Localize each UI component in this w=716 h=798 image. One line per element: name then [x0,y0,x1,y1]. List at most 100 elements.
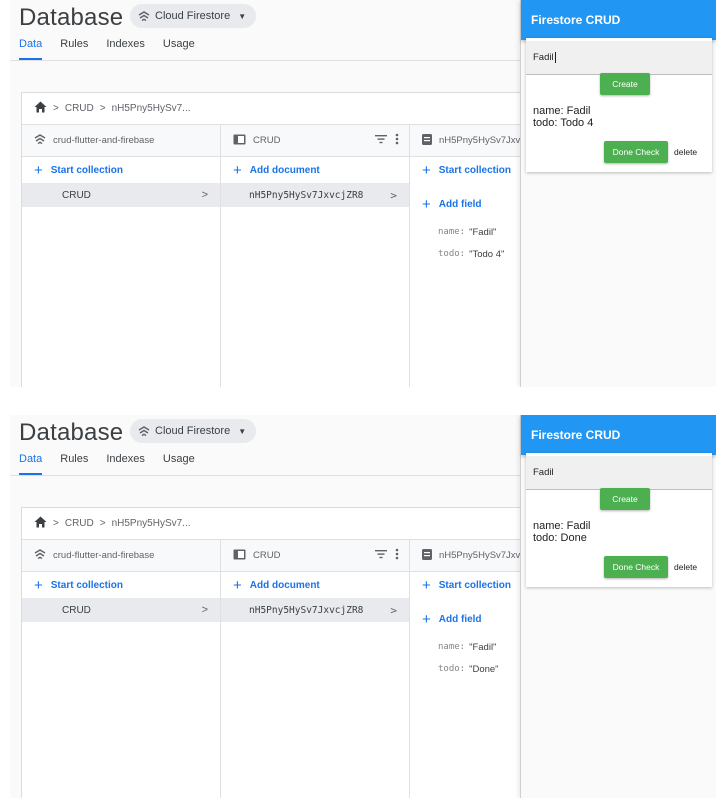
breadcrumb-collection[interactable]: CRUD [65,103,94,114]
document-header: nH5Pny5HySv7JxvcjZ [410,125,520,157]
todo-input-value: Fadil [533,467,554,478]
tab-usage[interactable]: Usage [163,38,195,60]
project-header: crud-flutter-and-firebase [22,125,220,157]
document-header-label: nH5Pny5HySv7JxvcjZ [439,135,520,146]
document-icon [422,548,432,563]
add-document-button[interactable]: + Add document [221,572,409,598]
todo-item-todo: todo: Todo 4 [533,117,594,129]
document-item-label: nH5Pny5HySv7JxvcjZR8 [249,189,364,201]
text-cursor [554,52,556,63]
delete-button[interactable]: delete [674,141,697,163]
data-columns: crud-flutter-and-firebase + Start collec… [22,540,520,798]
breadcrumb-document[interactable]: nH5Pny5HySv7... [112,518,191,529]
tab-indexes[interactable]: Indexes [106,38,145,60]
tab-indexes[interactable]: Indexes [106,453,145,475]
start-collection-button[interactable]: + Start collection [22,572,220,598]
plus-icon: + [34,161,43,179]
create-button[interactable]: Create [600,73,650,95]
collection-icon [233,549,246,563]
todo-item: name: Fadil todo: Todo 4 [533,105,593,129]
firestore-icon [138,425,150,437]
field-key: name: [438,642,466,652]
plus-icon: + [422,610,431,628]
home-icon[interactable] [34,101,47,116]
more-vert-icon[interactable] [395,548,399,563]
todo-input[interactable]: Fadil [526,41,712,75]
start-collection-label: Start collection [50,579,124,591]
firebase-console: Database Cloud Firestore ▼ Data Rules In… [10,0,520,387]
page-title: Database [19,419,124,446]
field-row[interactable]: name: "Fadil" [410,636,520,658]
chevron-right-icon: > [53,518,59,529]
crud-card: Fadil Create name: Fadil todo: Done Done… [526,453,712,587]
more-vert-icon[interactable] [395,133,399,148]
data-columns: crud-flutter-and-firebase + Start collec… [22,125,520,387]
start-collection-button[interactable]: + Start collection [410,572,520,598]
firestore-icon [138,10,150,22]
start-collection-button[interactable]: + Start collection [410,157,520,183]
tab-data[interactable]: Data [19,38,43,60]
field-value: "Fadil" [469,226,497,238]
document-item[interactable]: nH5Pny5HySv7JxvcjZR8 > [221,598,409,622]
add-field-button[interactable]: + Add field [410,606,520,632]
todo-item: name: Fadil todo: Done [533,520,590,544]
delete-button[interactable]: delete [674,556,697,578]
firebase-console: Database Cloud Firestore ▼ Data Rules In… [10,415,520,798]
document-header: nH5Pny5HySv7JxvcjZ [410,540,520,572]
field-row[interactable]: name: "Fadil" [410,221,520,243]
flutter-app-window: Firestore CRUD Fadil Create name: Fadil … [520,415,716,798]
tab-rules[interactable]: Rules [60,38,88,60]
start-collection-label: Start collection [438,164,512,176]
field-key: todo: [438,249,466,259]
screenshot-panel-1: Database Cloud Firestore ▼ Data Rules In… [0,0,716,387]
breadcrumb-collection[interactable]: CRUD [65,518,94,529]
document-icon [422,133,432,148]
breadcrumb-document[interactable]: nH5Pny5HySv7... [112,103,191,114]
project-header: crud-flutter-and-firebase [22,540,220,572]
add-field-button[interactable]: + Add field [410,191,520,217]
console-tabs: Data Rules Indexes Usage [19,38,195,60]
start-collection-button[interactable]: + Start collection [22,157,220,183]
collection-column: CRUD + Add document nH5Pny5HySv7JxvcjZR8… [221,540,410,798]
caret-down-icon: ▼ [238,11,247,21]
collection-item[interactable]: CRUD > [22,183,220,207]
collection-icon [233,134,246,148]
document-header-label: nH5Pny5HySv7JxvcjZ [439,550,520,561]
page-title: Database [19,4,124,31]
field-row[interactable]: todo: "Done" [410,658,520,680]
field-row[interactable]: todo: "Todo 4" [410,243,520,265]
project-name: crud-flutter-and-firebase [53,550,155,561]
done-check-button[interactable]: Done Check [604,141,668,163]
field-key: name: [438,227,466,237]
collection-header-label: CRUD [253,550,281,561]
tab-data[interactable]: Data [19,453,43,475]
data-viewer: > CRUD > nH5Pny5HySv7... crud-flutter-an… [21,92,520,387]
add-document-button[interactable]: + Add document [221,157,409,183]
collection-header: CRUD [221,540,409,572]
filter-icon[interactable] [375,549,387,562]
database-mode-selector[interactable]: Cloud Firestore ▼ [130,419,257,443]
filter-icon[interactable] [375,134,387,147]
field-value: "Done" [469,663,499,675]
start-collection-label: Start collection [438,579,512,591]
field-key: todo: [438,664,466,674]
collection-column: CRUD + Add document nH5Pny5HySv7JxvcjZR8… [221,125,410,387]
database-mode-selector[interactable]: Cloud Firestore ▼ [130,4,257,28]
create-button[interactable]: Create [600,488,650,510]
root-column: crud-flutter-and-firebase + Start collec… [22,540,221,798]
plus-icon: + [233,161,242,179]
app-bar: Firestore CRUD [521,415,716,455]
data-viewer: > CRUD > nH5Pny5HySv7... crud-flutter-an… [21,507,520,798]
todo-input[interactable]: Fadil [526,456,712,490]
breadcrumb: > CRUD > nH5Pny5HySv7... [22,508,520,540]
tab-rules[interactable]: Rules [60,453,88,475]
screenshot-panel-2: Database Cloud Firestore ▼ Data Rules In… [0,415,716,798]
add-field-label: Add field [438,198,482,210]
app-bar: Firestore CRUD [521,0,716,40]
collection-item[interactable]: CRUD > [22,598,220,622]
document-item[interactable]: nH5Pny5HySv7JxvcjZR8 > [221,183,409,207]
todo-item-name: name: Fadil [533,105,591,117]
done-check-button[interactable]: Done Check [604,556,668,578]
home-icon[interactable] [34,516,47,531]
tab-usage[interactable]: Usage [163,453,195,475]
